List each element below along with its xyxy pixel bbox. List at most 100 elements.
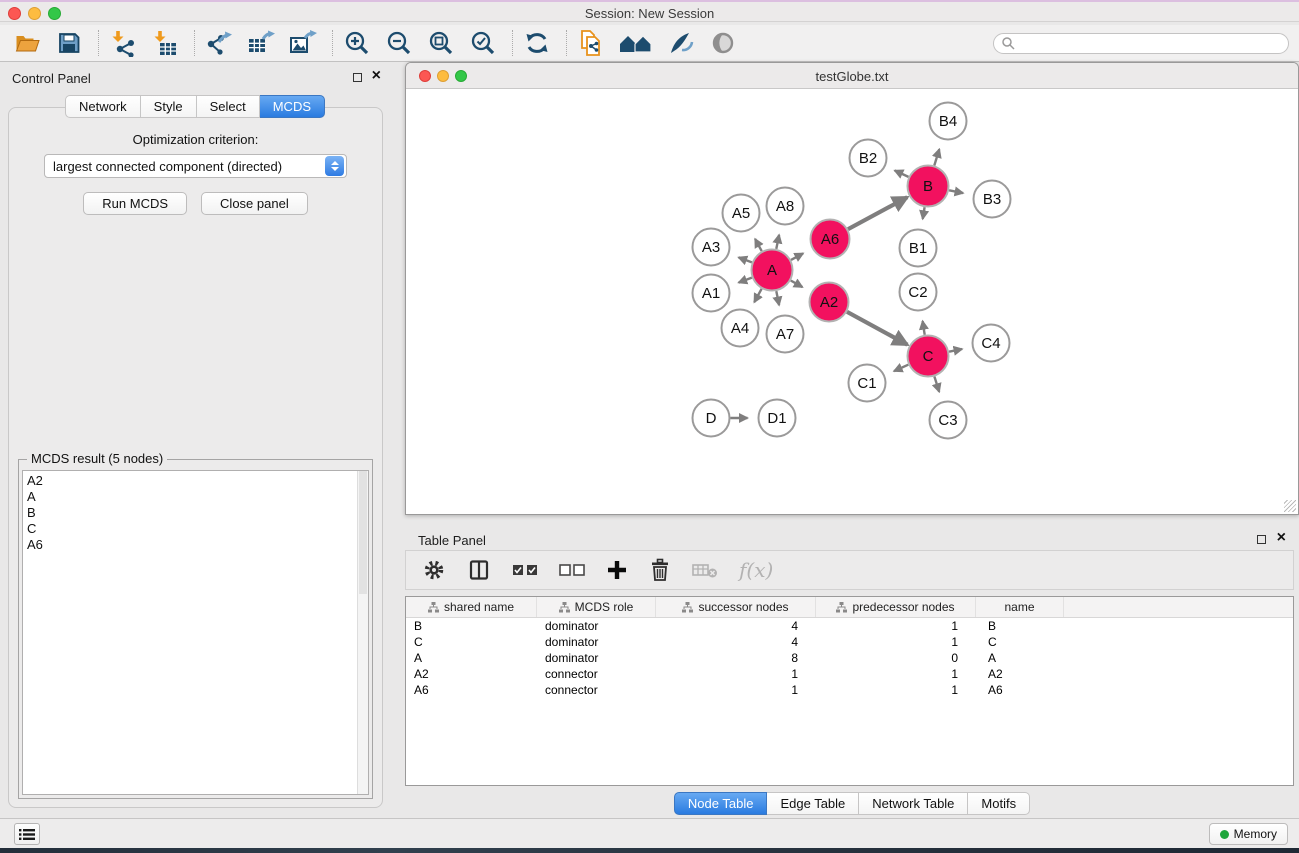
node-A5[interactable]: A5 (723, 195, 760, 232)
column-header-successor-nodes[interactable]: successor nodes (656, 597, 816, 617)
optimization-criterion-dropdown[interactable]: largest connected component (directed) (44, 154, 347, 178)
save-session-button[interactable] (54, 28, 84, 58)
table-cell[interactable]: A (406, 651, 537, 665)
node-B1[interactable]: B1 (900, 230, 937, 267)
import-network-button[interactable] (108, 28, 138, 58)
select-all-button[interactable] (512, 563, 538, 577)
table-cell[interactable]: 4 (656, 635, 816, 649)
export-table-button[interactable] (246, 28, 276, 58)
table-cell[interactable]: 1 (816, 667, 976, 681)
table-cell[interactable]: A6 (406, 683, 537, 697)
table-cell[interactable]: 1 (816, 683, 976, 697)
tab-edge-table[interactable]: Edge Table (767, 792, 859, 815)
table-row[interactable]: A6connector11A6 (406, 682, 1293, 698)
table-cell[interactable]: A2 (406, 667, 537, 681)
edge-A-A4[interactable] (754, 289, 761, 302)
table-cell[interactable]: dominator (537, 651, 656, 665)
table-row[interactable]: Cdominator41C (406, 634, 1293, 650)
edge-A2-C[interactable] (847, 312, 907, 345)
edge-A-A7[interactable] (776, 291, 779, 305)
table-cell[interactable]: 1 (656, 667, 816, 681)
mcds-result-list[interactable]: A2ABCA6 (22, 470, 369, 795)
annotation-mode-button[interactable] (666, 28, 696, 58)
edge-B-B2[interactable] (895, 171, 909, 177)
tab-node-table[interactable]: Node Table (674, 792, 768, 815)
edge-A-A3[interactable] (739, 257, 752, 262)
open-session-button[interactable] (12, 28, 42, 58)
node-A6[interactable]: A6 (811, 220, 850, 259)
table-cell[interactable]: A (976, 651, 1064, 665)
table-cell[interactable]: 1 (656, 683, 816, 697)
edge-A-A1[interactable] (739, 278, 752, 283)
node-B3[interactable]: B3 (974, 181, 1011, 218)
memory-button[interactable]: Memory (1209, 823, 1288, 845)
node-C3[interactable]: C3 (930, 402, 967, 439)
table-cell[interactable]: 4 (656, 619, 816, 633)
table-cell[interactable]: 1 (816, 635, 976, 649)
node-B[interactable]: B (908, 166, 949, 207)
table-cell[interactable]: A2 (976, 667, 1064, 681)
zoom-in-button[interactable] (342, 28, 372, 58)
delete-button[interactable] (649, 558, 671, 582)
run-mcds-button[interactable]: Run MCDS (83, 192, 187, 215)
tab-motifs[interactable]: Motifs (968, 792, 1030, 815)
add-column-button[interactable] (606, 559, 628, 581)
edge-B-B3[interactable] (949, 190, 963, 193)
deselect-all-button[interactable] (559, 563, 585, 577)
table-cell[interactable]: 8 (656, 651, 816, 665)
node-B2[interactable]: B2 (850, 140, 887, 177)
mcds-result-item[interactable]: C (27, 521, 368, 537)
tab-mcds[interactable]: MCDS (260, 95, 325, 118)
edge-B-B4[interactable] (934, 149, 939, 165)
search-input[interactable] (1015, 35, 1288, 52)
export-network-button[interactable] (204, 28, 234, 58)
column-header-mcds-role[interactable]: MCDS role (537, 597, 656, 617)
node-A1[interactable]: A1 (693, 275, 730, 312)
table-cell[interactable]: B (976, 619, 1064, 633)
table-cell[interactable]: dominator (537, 619, 656, 633)
network-graph-canvas[interactable]: ABCA2A6A1A3A4A5A7A8B1B2B3B4C1C2C3C4DD1 (406, 89, 1298, 514)
tab-network[interactable]: Network (65, 95, 141, 118)
node-C[interactable]: C (908, 336, 949, 377)
show-graphics-details-button[interactable] (708, 28, 738, 58)
edge-C-C4[interactable] (949, 349, 962, 352)
column-header-name[interactable]: name (976, 597, 1064, 617)
column-header-predecessor-nodes[interactable]: predecessor nodes (816, 597, 976, 617)
refresh-layout-button[interactable] (522, 28, 552, 58)
node-A2[interactable]: A2 (810, 283, 849, 322)
node-C2[interactable]: C2 (900, 274, 937, 311)
node-A4[interactable]: A4 (722, 310, 759, 347)
task-history-button[interactable] (14, 823, 40, 845)
node-B4[interactable]: B4 (930, 103, 967, 140)
node-C4[interactable]: C4 (973, 325, 1010, 362)
table-row[interactable]: Adominator80A (406, 650, 1293, 666)
mcds-result-item[interactable]: A2 (27, 473, 368, 489)
delete-column-button[interactable] (692, 561, 718, 579)
close-panel-icon[interactable]: × (372, 68, 381, 84)
table-cell[interactable]: C (976, 635, 1064, 649)
export-image-button[interactable] (288, 28, 318, 58)
close-panel-button[interactable]: Close panel (201, 192, 308, 215)
tab-select[interactable]: Select (197, 95, 260, 118)
node-A3[interactable]: A3 (693, 229, 730, 266)
edge-A-A2[interactable] (791, 281, 803, 288)
function-builder-button[interactable]: f(x) (739, 558, 773, 582)
clone-network-button[interactable] (576, 28, 606, 58)
show-columns-button[interactable] (467, 558, 491, 582)
edge-A-A8[interactable] (776, 235, 779, 249)
edge-A-A5[interactable] (755, 239, 762, 251)
node-C1[interactable]: C1 (849, 365, 886, 402)
table-cell[interactable]: dominator (537, 635, 656, 649)
edge-C-C2[interactable] (923, 321, 925, 335)
table-cell[interactable]: 1 (816, 619, 976, 633)
table-row[interactable]: Bdominator41B (406, 618, 1293, 634)
mcds-result-item[interactable]: B (27, 505, 368, 521)
column-header-shared-name[interactable]: shared name (406, 597, 537, 617)
table-cell[interactable]: connector (537, 667, 656, 681)
import-table-button[interactable] (150, 28, 180, 58)
table-row[interactable]: A2connector11A2 (406, 666, 1293, 682)
table-cell[interactable]: B (406, 619, 537, 633)
mcds-result-item[interactable]: A (27, 489, 368, 505)
float-panel-icon[interactable] (353, 73, 362, 82)
table-cell[interactable]: connector (537, 683, 656, 697)
